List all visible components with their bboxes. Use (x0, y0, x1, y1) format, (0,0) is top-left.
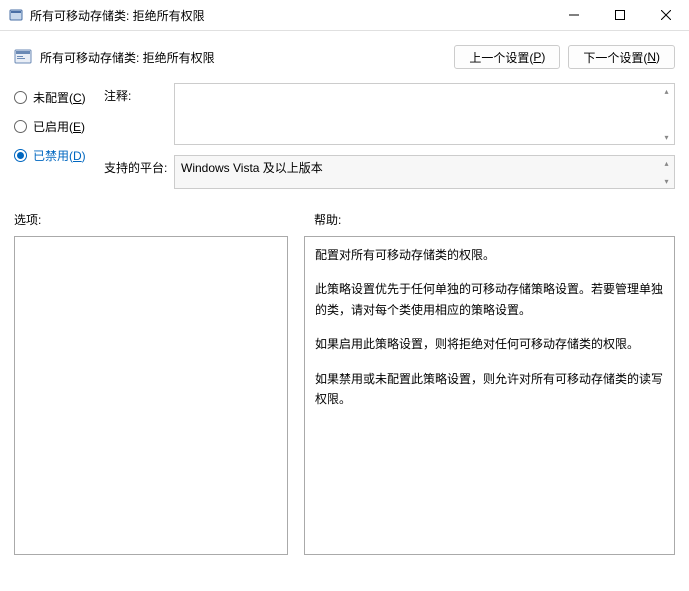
titlebar: 所有可移动存储类: 拒绝所有权限 (0, 0, 689, 31)
help-paragraph: 配置对所有可移动存储类的权限。 (315, 245, 664, 265)
radio-enabled[interactable]: 已启用(E) (14, 118, 104, 135)
chevron-up-icon[interactable]: ▴ (660, 157, 673, 169)
radio-indicator (14, 120, 27, 133)
help-panel: 配置对所有可移动存储类的权限。 此策略设置优先于任何单独的可移动存储策略设置。若… (304, 236, 675, 555)
previous-setting-button[interactable]: 上一个设置(P) (454, 45, 560, 69)
platform-label: 支持的平台: (104, 155, 174, 189)
policy-icon (14, 48, 32, 66)
config-area: 未配置(C) 已启用(E) 已禁用(D) 注释: ▴ ▾ 支持的平台: Wind… (0, 81, 689, 207)
policy-title: 所有可移动存储类: 拒绝所有权限 (40, 49, 446, 66)
window-title: 所有可移动存储类: 拒绝所有权限 (30, 7, 551, 24)
help-paragraph: 如果禁用或未配置此策略设置，则允许对所有可移动存储类的读写权限。 (315, 369, 664, 410)
platform-scroll[interactable]: ▴ ▾ (660, 157, 673, 187)
platform-value: Windows Vista 及以上版本 (181, 159, 323, 176)
comment-input[interactable]: ▴ ▾ (174, 83, 675, 145)
comment-label: 注释: (104, 83, 174, 145)
help-paragraph: 此策略设置优先于任何单独的可移动存储策略设置。若要管理单独的类，请对每个类使用相… (315, 279, 664, 320)
radio-group: 未配置(C) 已启用(E) 已禁用(D) (14, 83, 104, 199)
help-label: 帮助: (298, 211, 675, 228)
radio-indicator (14, 91, 27, 104)
panels: 配置对所有可移动存储类的权限。 此策略设置优先于任何单独的可移动存储策略设置。若… (0, 236, 689, 567)
help-paragraph: 如果启用此策略设置，则将拒绝对任何可移动存储类的权限。 (315, 334, 664, 354)
radio-indicator (14, 149, 27, 162)
radio-label: 未配置(C) (33, 89, 86, 106)
comment-scroll[interactable]: ▴ ▾ (660, 85, 673, 143)
chevron-down-icon[interactable]: ▾ (660, 131, 673, 143)
radio-label: 已禁用(D) (33, 147, 86, 164)
radio-not-configured[interactable]: 未配置(C) (14, 89, 104, 106)
chevron-down-icon[interactable]: ▾ (660, 175, 673, 187)
section-labels: 选项: 帮助: (0, 207, 689, 236)
maximize-button[interactable] (597, 0, 643, 30)
chevron-up-icon[interactable]: ▴ (660, 85, 673, 97)
header: 所有可移动存储类: 拒绝所有权限 上一个设置(P) 下一个设置(N) (0, 31, 689, 81)
radio-disabled[interactable]: 已禁用(D) (14, 147, 104, 164)
radio-label: 已启用(E) (33, 118, 85, 135)
options-panel (14, 236, 288, 555)
supported-platform-box: Windows Vista 及以上版本 ▴ ▾ (174, 155, 675, 189)
window-controls (551, 0, 689, 30)
minimize-button[interactable] (551, 0, 597, 30)
app-icon (8, 7, 24, 23)
options-label: 选项: (14, 211, 298, 228)
close-button[interactable] (643, 0, 689, 30)
next-setting-button[interactable]: 下一个设置(N) (568, 45, 675, 69)
